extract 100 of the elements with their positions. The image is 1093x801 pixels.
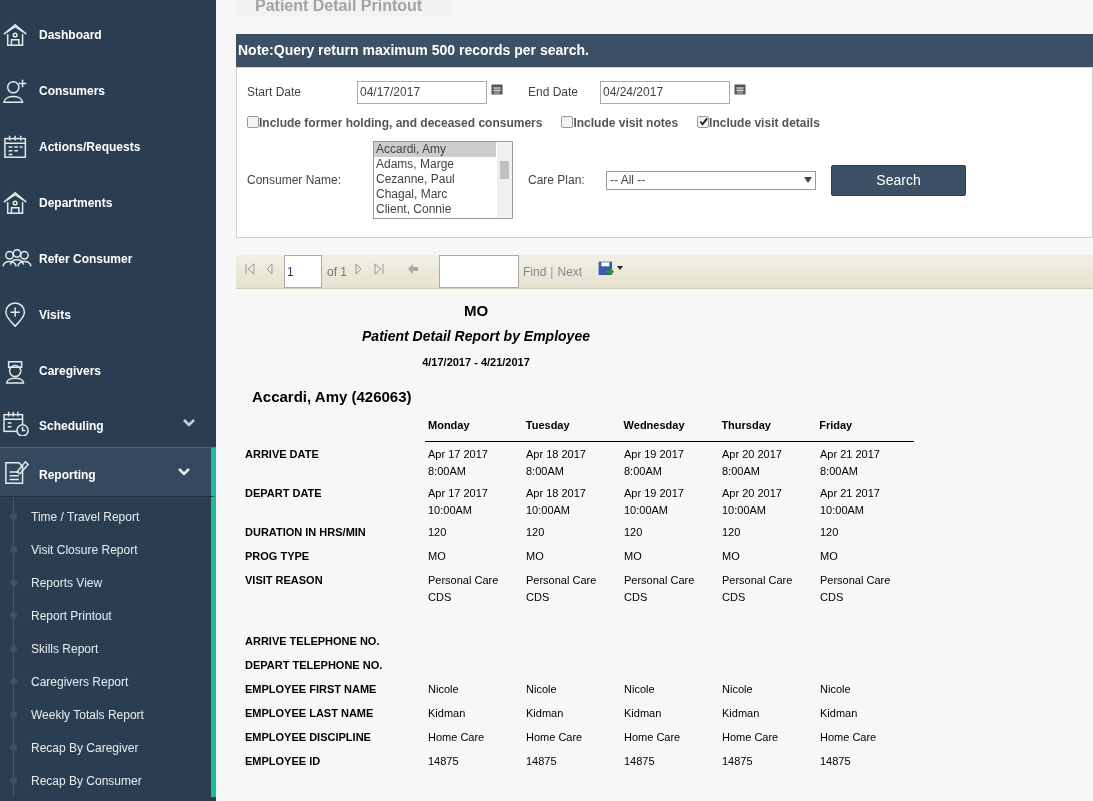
table-cell-text: Apr 17 2017 8:00AM — [428, 446, 489, 479]
table-cell-text: Kidman — [820, 705, 859, 721]
table-cell-text: MO — [820, 548, 839, 564]
consumer-name-label: Consumer Name: — [247, 172, 343, 189]
submenu-item[interactable]: Time / Travel Report — [31, 507, 140, 526]
submenu-item[interactable]: Visit Closure Report — [31, 540, 138, 559]
table-cell-text: Nicole — [428, 681, 460, 697]
submenu-item[interactable]: Report Printout — [31, 606, 112, 625]
table-cell-text: Apr 19 2017 8:00AM — [624, 446, 685, 479]
table-cell-text: Personal Care CDS — [624, 572, 696, 605]
table-cell-text: Home Care — [624, 729, 682, 745]
first-page-icon[interactable] — [244, 262, 256, 275]
sidebar-item[interactable]: Refer Consumer — [0, 231, 216, 287]
calendar-icon[interactable] — [734, 83, 746, 95]
table-cell-text: 120 — [526, 524, 546, 540]
submenu-item[interactable]: Recap By Caregiver — [31, 738, 139, 757]
table-cell-text: Kidman — [526, 705, 565, 721]
sidebar-item[interactable]: Actions/Requests — [0, 119, 216, 175]
list-option[interactable]: Client, Connie — [374, 202, 496, 217]
table-cell-text: Personal Care CDS — [820, 572, 892, 605]
end-date-field[interactable]: 04/24/2017 — [600, 80, 730, 104]
row-label: DEPART TELEPHONE NO. — [245, 657, 384, 673]
checkbox-label: Include former holding, and deceased consumers — [259, 115, 543, 132]
row-label: EMPLOYEE DISCIPLINE — [245, 729, 372, 745]
table-cell-text: 14875 — [624, 753, 656, 769]
table-cell-text: Apr 20 2017 8:00AM — [722, 446, 783, 479]
checkbox[interactable] — [561, 115, 574, 128]
table-cell-text: MO — [526, 548, 545, 564]
consumer-listbox[interactable]: Accardi, Amy Adams, Marge Cezanne, Paul Chagal, Marc Client, Connie — [373, 141, 513, 219]
table-cell-text: Home Care — [820, 729, 878, 745]
table-cell-text: Home Care — [722, 729, 780, 745]
row-label: ARRIVE DATE — [245, 446, 320, 462]
table-cell-text: Apr 18 2017 8:00AM — [526, 446, 587, 479]
table-cell-text: 14875 — [722, 753, 754, 769]
sidebar-item[interactable]: Caregivers — [0, 343, 216, 399]
sidebar-item[interactable]: Dashboard — [0, 7, 216, 63]
sidebar-item[interactable]: Departments — [0, 175, 216, 231]
row-label: DEPART DATE — [245, 485, 323, 501]
table-cell-text: Home Care — [526, 729, 584, 745]
note-banner: Note:Query return maximum 500 records per search. — [236, 34, 1093, 67]
table-cell-text: Nicole — [820, 681, 852, 697]
table-cell-text: Apr 17 2017 10:00AM — [428, 485, 489, 518]
table-cell-text: Apr 18 2017 10:00AM — [526, 485, 587, 518]
table-cell-text: Apr 19 2017 10:00AM — [624, 485, 685, 518]
care-plan-dropdown[interactable]: -- All -- — [606, 170, 816, 190]
row-label: EMPLOYEE FIRST NAME — [245, 681, 378, 697]
save-export-icon[interactable] — [598, 260, 615, 277]
end-date-label: End Date — [528, 84, 580, 101]
sidebar-item[interactable]: Consumers — [0, 63, 216, 119]
table-cell-text: Nicole — [722, 681, 754, 697]
sidebar-item[interactable]: Visits — [0, 287, 216, 343]
scrollbar[interactable] — [497, 142, 512, 218]
sidebar-item[interactable]: Scheduling — [0, 399, 216, 447]
table-cell-text: Nicole — [526, 681, 558, 697]
submenu-item[interactable]: Reports View — [31, 573, 103, 592]
care-plan-label: Care Plan: — [528, 172, 586, 189]
row-label: PROG TYPE — [245, 548, 311, 564]
list-option[interactable]: Chagal, Marc — [374, 187, 496, 202]
list-option[interactable]: Accardi, Amy — [374, 142, 496, 157]
list-option[interactable]: Adams, Marge — [374, 157, 496, 172]
submenu-item[interactable]: Caregivers Report — [31, 672, 129, 691]
column-header: Tuesday — [524, 418, 571, 433]
date-range: 4/17/2017 - 4/21/2017 — [422, 355, 530, 370]
table-cell-text: Kidman — [624, 705, 663, 721]
table-cell-text: MO — [624, 548, 643, 564]
checkbox[interactable] — [247, 115, 259, 128]
start-date-label: Start Date — [247, 84, 303, 101]
table-cell-text: 120 — [820, 524, 840, 540]
row-label: EMPLOYEE LAST NAME — [245, 705, 375, 721]
page-title: Patient Detail Printout — [255, 0, 423, 14]
calendar-icon[interactable] — [491, 83, 503, 95]
list-option[interactable]: Cezanne, Paul — [374, 172, 496, 187]
table-cell-text: 120 — [624, 524, 644, 540]
chevron-down-icon — [182, 418, 196, 428]
column-header: Monday — [427, 418, 471, 433]
table-cell-text: Kidman — [428, 705, 467, 721]
find-field[interactable] — [439, 255, 519, 288]
submenu-item[interactable]: Skills Report — [31, 639, 99, 658]
search-button[interactable]: Search — [831, 164, 966, 196]
table-cell-text: 14875 — [526, 753, 558, 769]
back-arrow-icon[interactable] — [407, 262, 419, 275]
checkbox[interactable] — [697, 115, 710, 128]
row-label: EMPLOYEE ID — [245, 753, 322, 769]
start-date-field[interactable]: 04/17/2017 — [357, 80, 487, 104]
table-cell-text: Apr 21 2017 10:00AM — [820, 485, 881, 518]
previous-page-icon[interactable] — [264, 262, 276, 275]
dropdown-arrow-icon[interactable] — [617, 265, 624, 270]
sidebar-item[interactable]: Reporting — [0, 447, 216, 497]
checkbox-label: Include visit notes — [573, 115, 679, 132]
table-cell-text: Apr 20 2017 10:00AM — [722, 485, 783, 518]
dropdown-arrow-icon — [804, 177, 812, 183]
table-cell-text: 14875 — [428, 753, 460, 769]
page-count: of 1 — [327, 263, 347, 281]
chevron-down-icon — [177, 467, 191, 477]
consumer-heading: Accardi, Amy (426063) — [252, 386, 413, 407]
submenu-item[interactable]: Recap By Consumer — [31, 771, 142, 790]
table-cell-text: Home Care — [428, 729, 486, 745]
page-number-field[interactable]: 1 — [284, 255, 322, 288]
last-page-icon[interactable] — [373, 262, 385, 275]
submenu-item[interactable]: Weekly Totals Report — [31, 705, 144, 724]
